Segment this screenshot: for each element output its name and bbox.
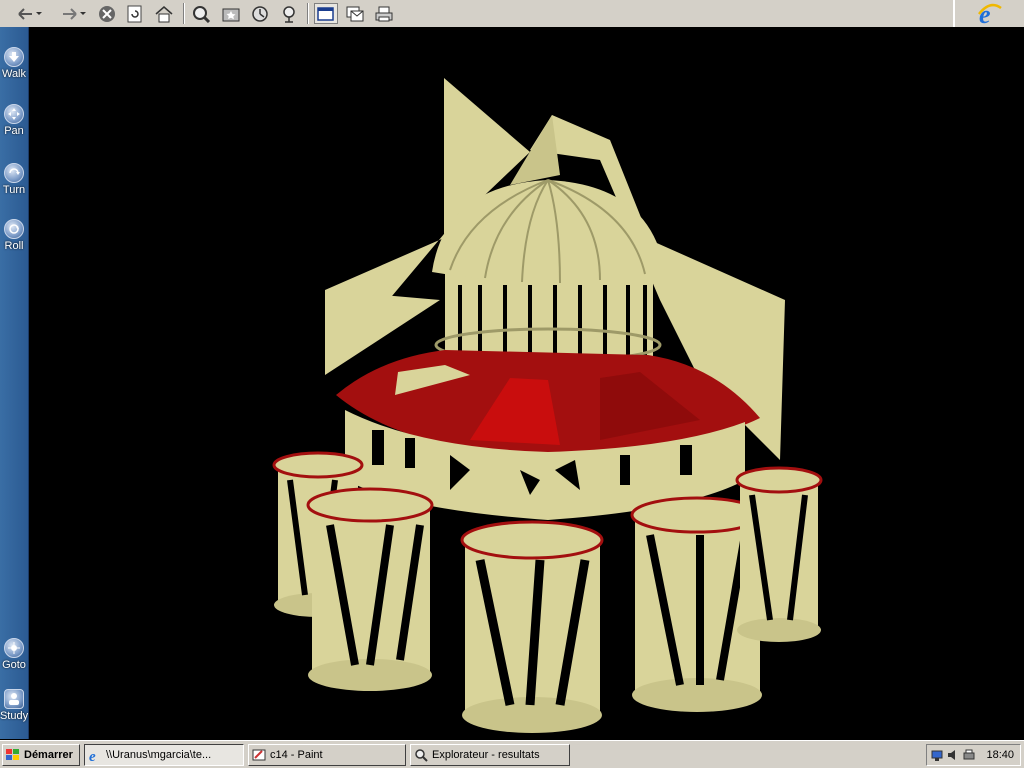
arrow-left-icon (18, 7, 42, 20)
fullscreen-button[interactable] (314, 3, 338, 24)
volume-icon[interactable] (946, 748, 960, 762)
taskbar-item-explorer[interactable]: Explorateur - resultats (410, 744, 570, 766)
taskbar-item-label: \\Uranus\mgarcia\te... (106, 749, 212, 761)
home-button[interactable] (153, 3, 175, 24)
stop-button[interactable] (97, 3, 117, 24)
print-button[interactable] (373, 3, 395, 24)
turn-icon (4, 163, 24, 183)
walk-label: Walk (1, 68, 27, 80)
print-icon (375, 6, 393, 21)
back-button[interactable] (14, 3, 44, 24)
stop-icon (99, 5, 115, 22)
study-label: Study (0, 710, 29, 722)
pan-button[interactable]: Pan (0, 104, 28, 137)
history-icon (252, 5, 268, 22)
roll-icon (4, 219, 24, 239)
search-icon (193, 5, 211, 23)
goto-button[interactable]: Goto (0, 638, 28, 671)
turn-button[interactable]: Turn (0, 163, 28, 196)
history-button[interactable] (249, 3, 271, 24)
printer-tray-icon[interactable] (962, 748, 976, 762)
browser-toolbar: e (0, 0, 1024, 28)
explorer-icon (415, 749, 428, 762)
windows-logo-icon (6, 749, 19, 760)
search-button[interactable] (191, 3, 213, 24)
goto-icon (4, 638, 24, 658)
favorites-icon (222, 8, 240, 21)
home-icon (155, 5, 173, 22)
svg-text:e: e (89, 749, 96, 762)
system-tray: 18:40 (926, 744, 1021, 766)
refresh-button[interactable] (125, 3, 145, 24)
rotunda-model (272, 78, 823, 733)
mail-icon (346, 6, 364, 21)
arrow-right-icon (63, 7, 86, 20)
mail-button[interactable] (344, 3, 366, 24)
network-icon[interactable] (930, 748, 944, 762)
study-button[interactable]: Study (0, 689, 28, 722)
clock: 18:40 (986, 749, 1014, 761)
walk-button[interactable]: Walk (0, 47, 28, 80)
refresh-icon (127, 5, 142, 22)
taskbar-item-browser[interactable]: e \\Uranus\mgarcia\te... (84, 744, 244, 766)
windows-taskbar: Démarrer e \\Uranus\mgarcia\te... c14 - … (0, 740, 1024, 768)
channels-button[interactable] (278, 3, 300, 24)
study-icon (4, 689, 24, 709)
pan-icon (4, 104, 24, 124)
turn-label: Turn (2, 184, 26, 196)
ie-logo-icon: e (953, 0, 1024, 27)
taskbar-item-label: Explorateur - resultats (432, 749, 540, 761)
forward-button[interactable] (58, 3, 88, 24)
pan-label: Pan (4, 125, 24, 137)
favorites-button[interactable] (220, 3, 242, 24)
taskbar-item-label: c14 - Paint (270, 749, 323, 761)
viewer-navigation-bar: Walk Pan Turn Roll Goto Study (0, 27, 29, 739)
roll-label: Roll (4, 240, 24, 252)
paint-icon (252, 749, 266, 761)
taskbar-item-paint[interactable]: c14 - Paint (248, 744, 406, 766)
goto-label: Goto (2, 659, 26, 671)
channels-icon (283, 5, 295, 23)
start-label: Démarrer (24, 749, 73, 761)
walk-icon (4, 47, 24, 67)
ie-icon: e (89, 749, 96, 762)
start-button[interactable]: Démarrer (2, 744, 80, 766)
fullscreen-icon (317, 6, 334, 21)
roll-button[interactable]: Roll (0, 219, 28, 252)
3d-viewport[interactable] (29, 27, 1024, 739)
